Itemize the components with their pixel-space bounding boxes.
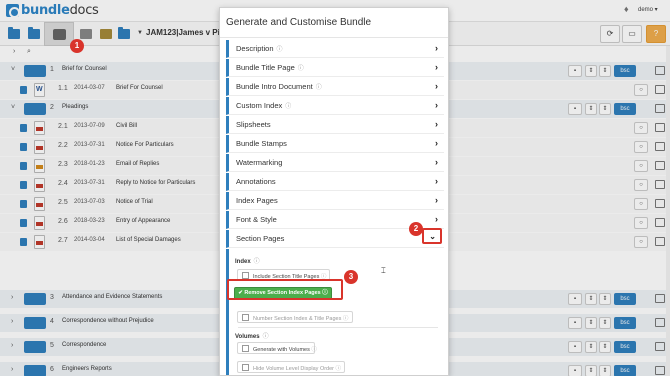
chevron-right-icon: › bbox=[435, 138, 438, 148]
accordion-slipsheets[interactable]: Slipsheets › bbox=[226, 116, 444, 134]
info-icon: ⓘ bbox=[342, 316, 349, 322]
checkbox[interactable] bbox=[242, 345, 249, 352]
generate-with-volumes-checkbox[interactable]: Generate with Volumes ⓘ bbox=[237, 342, 317, 354]
accordion-bundle-stamps[interactable]: Bundle Stamps › bbox=[226, 135, 444, 153]
hide-volume-level-display-order-checkbox[interactable]: Hide Volume Level Display Order ⓘ bbox=[237, 361, 345, 373]
section-pages-panel: Index ⓘ Include Section Title Pages ⓘ Num… bbox=[226, 249, 444, 375]
step-badge-2: 2 bbox=[409, 222, 423, 236]
chevron-right-icon: › bbox=[435, 214, 438, 224]
number-section-index-title-pages-checkbox[interactable]: Number Section Index & Title Pages ⓘ bbox=[237, 311, 353, 323]
info-icon: ⓘ bbox=[315, 85, 322, 91]
chevron-right-icon: › bbox=[435, 119, 438, 129]
chevron-right-icon: › bbox=[435, 157, 438, 167]
accordion-custom-index[interactable]: Custom Index ⓘ › bbox=[226, 97, 444, 115]
info-icon: ⓘ bbox=[262, 334, 269, 340]
chevron-right-icon: › bbox=[435, 100, 438, 110]
accordion-watermarking[interactable]: Watermarking › bbox=[226, 154, 444, 172]
section-pages-toggle-highlight bbox=[422, 228, 442, 244]
info-icon: ⓘ bbox=[276, 47, 283, 53]
step-badge-3: 3 bbox=[344, 270, 358, 284]
checkbox[interactable] bbox=[242, 314, 249, 321]
info-icon: ⓘ bbox=[311, 347, 317, 353]
chevron-right-icon: › bbox=[435, 43, 438, 53]
info-icon: ⓘ bbox=[335, 366, 342, 372]
info-icon: ⓘ bbox=[253, 259, 260, 265]
chevron-right-icon: › bbox=[435, 176, 438, 186]
chevron-right-icon: › bbox=[435, 81, 438, 91]
accordion-bundle-title-page[interactable]: Bundle Title Page ⓘ › bbox=[226, 59, 444, 77]
info-icon: ⓘ bbox=[285, 104, 292, 110]
volumes-heading: Volumes ⓘ bbox=[235, 334, 269, 340]
accordion-annotations[interactable]: Annotations › bbox=[226, 173, 444, 191]
generate-bundle-modal: Generate and Customise Bundle Descriptio… bbox=[219, 7, 449, 376]
checkbox[interactable] bbox=[242, 272, 249, 279]
index-heading: Index ⓘ bbox=[235, 259, 260, 265]
chevron-right-icon: › bbox=[435, 62, 438, 72]
modal-title: Generate and Customise Bundle bbox=[226, 17, 372, 28]
accordion-index-pages[interactable]: Index Pages › bbox=[226, 192, 444, 210]
mouse-cursor-icon: ⌶ bbox=[381, 266, 386, 275]
checkbox[interactable] bbox=[242, 364, 249, 371]
accordion-bundle-intro-document[interactable]: Bundle Intro Document ⓘ › bbox=[226, 78, 444, 96]
accordion-description[interactable]: Description ⓘ › bbox=[226, 40, 444, 58]
info-icon: ⓘ bbox=[297, 66, 304, 72]
step-badge-1: 1 bbox=[70, 39, 84, 53]
remove-index-highlight bbox=[227, 279, 343, 300]
chevron-right-icon: › bbox=[435, 195, 438, 205]
